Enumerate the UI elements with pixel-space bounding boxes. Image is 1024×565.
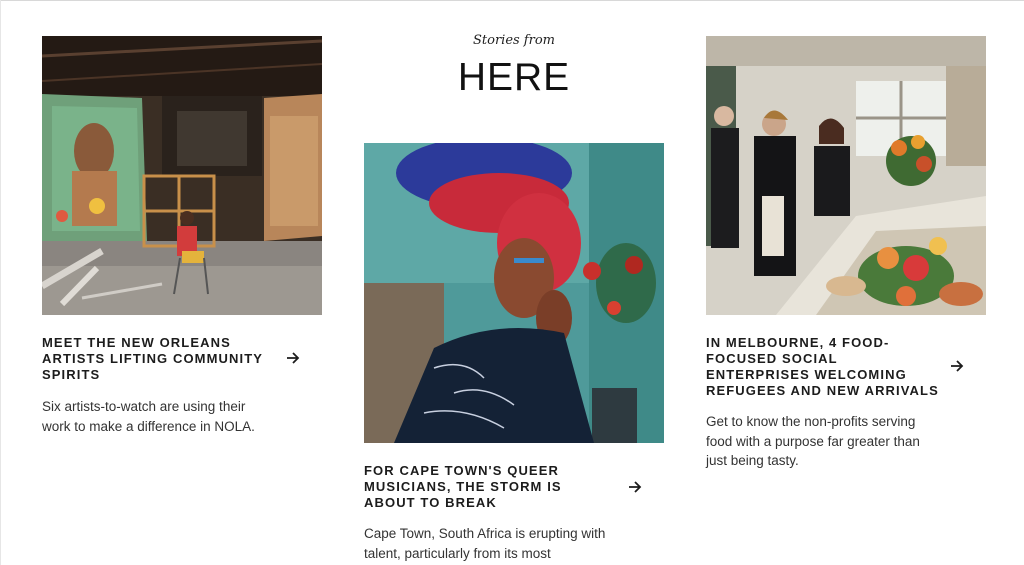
story-summary-melbourne: Get to know the non-profits serving food…: [706, 414, 920, 468]
section-kicker: Stories from: [472, 33, 555, 48]
musician-portrait-photo: [364, 143, 664, 443]
food-enterprise-photo: [706, 36, 986, 315]
story-link-cape-town[interactable]: FOR CAPE TOWN'S QUEER MUSICIANS, THE STO…: [364, 463, 664, 513]
arrow-right-icon: [286, 352, 300, 364]
artist-studio-photo: [42, 36, 322, 315]
arrow-right-icon: [628, 481, 642, 493]
arrow-right-icon: [950, 360, 964, 372]
story-image-melbourne[interactable]: [706, 36, 986, 315]
story-link-melbourne[interactable]: IN MELBOURNE, 4 FOOD- FOCUSED SOCIAL ENT…: [706, 335, 986, 401]
section-title: HERE: [457, 56, 571, 99]
story-summary-new-orleans: Six artists-to-watch are using their wor…: [42, 399, 255, 434]
story-summary-cape-town: Cape Town, South Africa is erupting with…: [364, 526, 606, 561]
story-card-melbourne: IN MELBOURNE, 4 FOOD- FOCUSED SOCIAL ENT…: [706, 36, 986, 476]
story-headline-melbourne: IN MELBOURNE, 4 FOOD- FOCUSED SOCIAL ENT…: [706, 335, 939, 398]
story-card-cape-town: FOR CAPE TOWN'S QUEER MUSICIANS, THE STO…: [364, 143, 664, 565]
story-card-new-orleans: MEET THE NEW ORLEANS ARTISTS LIFTING COM…: [42, 36, 322, 456]
story-link-new-orleans[interactable]: MEET THE NEW ORLEANS ARTISTS LIFTING COM…: [42, 335, 322, 385]
story-image-cape-town[interactable]: [364, 143, 664, 443]
top-divider: [0, 0, 1024, 4]
story-image-new-orleans[interactable]: [42, 36, 322, 315]
story-headline-cape-town: FOR CAPE TOWN'S QUEER MUSICIANS, THE STO…: [364, 463, 562, 510]
story-headline-new-orleans: MEET THE NEW ORLEANS ARTISTS LIFTING COM…: [42, 335, 264, 382]
left-edge-line: [0, 0, 1, 565]
